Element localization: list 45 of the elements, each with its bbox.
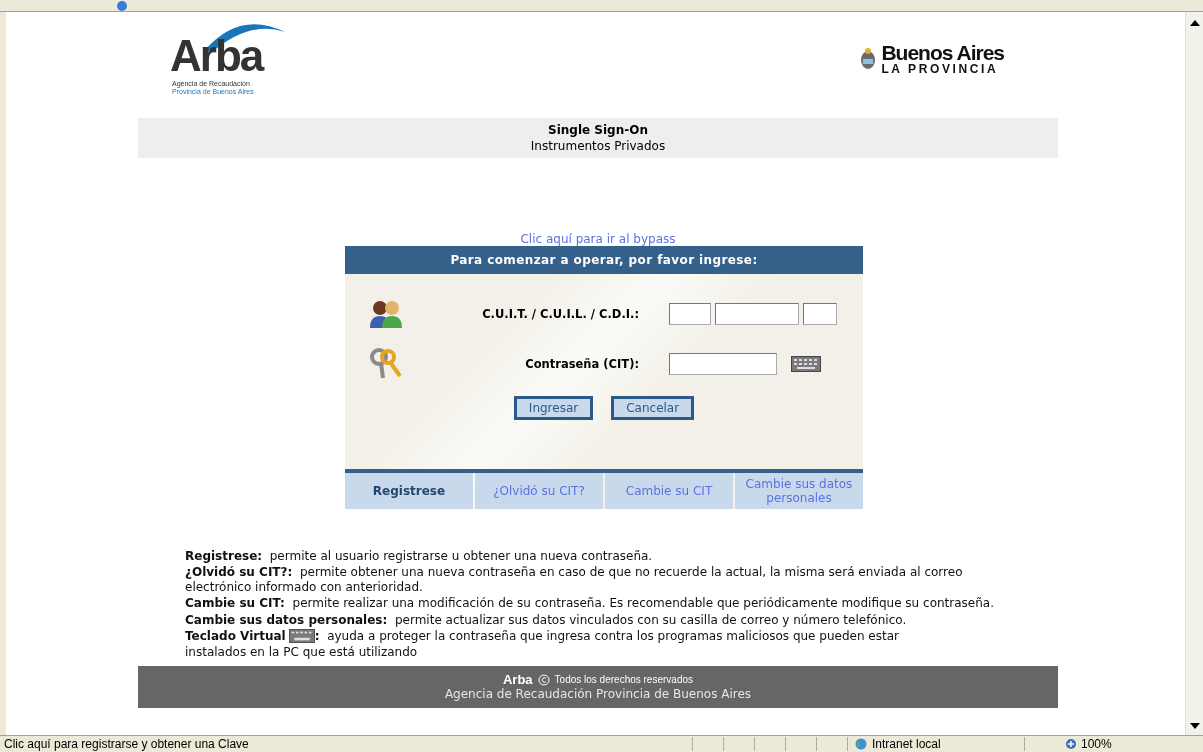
nav-link[interactable]: Cambie su CIT <box>605 473 733 509</box>
cuit-prefix-field[interactable] <box>669 303 711 325</box>
logo-text: Arba <box>170 34 263 78</box>
globe-icon <box>854 738 868 750</box>
vertical-scrollbar[interactable] <box>1185 12 1203 735</box>
security-zone: Intranet local <box>872 737 941 751</box>
help-paragraph: Cambie su CIT: permite realizar una modificación de su contraseña. Es recomendable que periódicamente modifique su contraseña. <box>185 596 995 611</box>
nav-link[interactable]: Cambie sus datos personales <box>735 473 863 509</box>
copyright-icon <box>537 673 550 686</box>
help-paragraph: Cambie sus datos personales: permite actualizar sus datos vinculados con su casilla de correo y número telefónico. <box>185 612 908 627</box>
logo-caption: LA PROVINCIA <box>881 63 1000 77</box>
help-paragraph: ¿Olvidó su CIT?: permite obtener una nueva contraseña en caso de que no recuerde la actual, la misma será enviada al correo electrónico informado con anterioridad. <box>185 565 964 595</box>
status-message: Clic aquí para registrarse y obtener una Clave <box>3 737 250 751</box>
password-field[interactable] <box>669 353 777 375</box>
page-title: Single Sign-On <box>548 123 648 137</box>
help-colon: : <box>314 628 320 643</box>
footer-logo-text: Arba <box>502 672 533 688</box>
password-label: Contraseña (CIT): <box>524 357 639 371</box>
cuit-label: C.U.I.T. / C.U.I.L. / C.D.I.: <box>481 307 639 321</box>
help-paragraph: Registrese: permite al usuario registrarse u obtener una nueva contraseña. <box>185 549 654 564</box>
zoom-level[interactable]: 100% <box>1081 737 1112 751</box>
users-icon <box>369 299 403 329</box>
logo-text: Buenos Aires <box>881 42 1004 63</box>
coat-of-arms-icon <box>859 47 878 72</box>
cuit-number-field[interactable] <box>715 303 799 325</box>
keyboard-icon <box>288 629 315 644</box>
footer-agency: Agencia de Recaudación Provincia de Buenos Aires <box>444 687 752 702</box>
help-term: Teclado Virtual <box>185 628 286 643</box>
help-text: ayuda a proteger la contraseña que ingresa contra los programas maliciosos que pueden estar <box>327 628 899 643</box>
keyboard-icon[interactable] <box>791 356 821 372</box>
zoom-icon[interactable] <box>1065 738 1077 750</box>
nav-link[interactable]: ¿Olvidó su CIT? <box>475 473 603 509</box>
cuit-check-digit-field[interactable] <box>803 303 837 325</box>
login-heading: Para comenzar a operar, por favor ingrese: <box>345 246 863 274</box>
globe-icon <box>115 1 129 11</box>
keys-icon <box>369 348 403 380</box>
page-subtitle: Instrumentos Privados <box>530 139 666 153</box>
nav-link[interactable]: Registrese <box>345 473 473 509</box>
scroll-up-icon[interactable] <box>1189 20 1200 26</box>
bypass-link[interactable]: Clic aquí para ir al bypass <box>520 232 676 246</box>
login-button[interactable]: Ingresar <box>513 396 594 420</box>
help-text: instalados en la PC que está utilizando <box>185 645 418 660</box>
copyright-text: Todos los derechos reservados <box>554 674 693 686</box>
scroll-down-icon[interactable] <box>1189 723 1200 729</box>
cancel-button[interactable]: Cancelar <box>611 396 695 420</box>
